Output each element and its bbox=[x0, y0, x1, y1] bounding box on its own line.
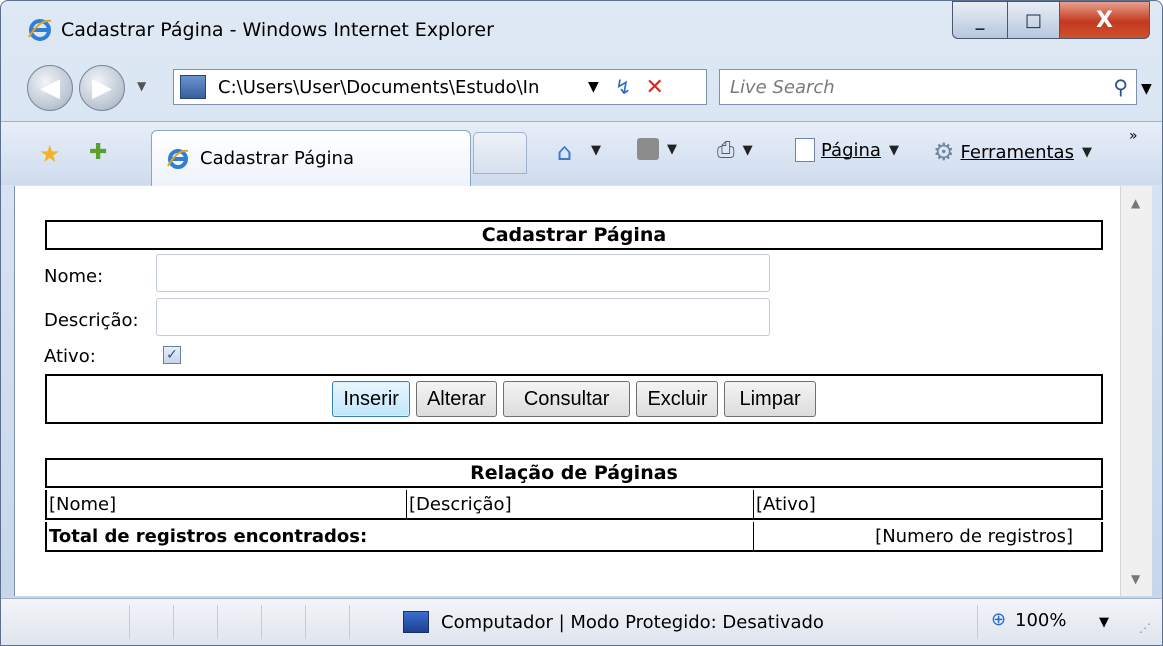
page-content: Cadastrar Página Nome: Descrição: Ativo:… bbox=[14, 186, 1120, 596]
ie-logo-icon bbox=[167, 148, 189, 169]
page-menu-label: Página bbox=[821, 139, 881, 161]
minimize-button[interactable]: _ bbox=[952, 1, 1008, 39]
tools-menu-label: Ferramentas bbox=[960, 141, 1074, 163]
home-icon: ⌂ bbox=[557, 138, 573, 166]
limpar-button[interactable]: Limpar bbox=[724, 381, 816, 417]
consultar-button[interactable]: Consultar bbox=[502, 381, 631, 417]
window-title: Cadastrar Página - Windows Internet Expl… bbox=[61, 19, 494, 41]
window-controls: _ □ X bbox=[952, 1, 1150, 39]
chevron-down-icon: ▼ bbox=[1081, 144, 1092, 160]
arrow-left-icon: ◀ bbox=[40, 73, 60, 103]
print-button[interactable]: ⎙ ▼ bbox=[717, 138, 753, 163]
gear-icon: ⚙ bbox=[933, 138, 955, 166]
security-zone-text[interactable]: Computador | Modo Protegido: Desativado bbox=[441, 612, 824, 633]
status-separator bbox=[173, 605, 174, 639]
status-separator bbox=[977, 605, 978, 639]
tools-menu[interactable]: ⚙ Ferramentas ▼ bbox=[933, 138, 1092, 166]
recent-pages-dropdown[interactable]: ▼ bbox=[137, 79, 146, 93]
status-separator bbox=[261, 605, 262, 639]
column-header-ativo: [Ativo] bbox=[756, 493, 816, 515]
arrow-right-icon: ▶ bbox=[92, 73, 112, 103]
status-bar: Computador | Modo Protegido: Desativado … bbox=[1, 598, 1162, 645]
button-bar: Inserir Alterar Consultar Excluir Limpar bbox=[45, 374, 1103, 424]
ativo-checkbox[interactable]: ✓ bbox=[163, 346, 181, 364]
table-header-row: [Nome] [Descrição] [Ativo] bbox=[45, 490, 1103, 520]
scroll-down-icon[interactable]: ▼ bbox=[1131, 572, 1140, 586]
feeds-button[interactable]: ▼ bbox=[637, 138, 677, 160]
address-dropdown-icon[interactable]: ▼ bbox=[588, 79, 599, 95]
computer-zone-icon bbox=[403, 611, 429, 633]
forward-button[interactable]: ▶ bbox=[79, 65, 125, 111]
scroll-up-icon[interactable]: ▲ bbox=[1131, 196, 1140, 210]
vertical-scrollbar[interactable]: ▲ ▼ bbox=[1120, 186, 1152, 596]
page-icon bbox=[180, 75, 206, 99]
column-header-descricao: [Descrição] bbox=[407, 490, 754, 518]
new-tab-button[interactable] bbox=[473, 132, 527, 174]
refresh-icon[interactable]: ↯ bbox=[615, 75, 632, 99]
checkmark-icon: ✓ bbox=[166, 347, 178, 363]
table-title: Relação de Páginas bbox=[45, 458, 1103, 488]
navigation-bar: ◀ ▶ ▼ C:\Users\User\Documents\Estudo\In … bbox=[1, 59, 1162, 121]
status-separator bbox=[129, 605, 130, 639]
maximize-button[interactable]: □ bbox=[1008, 1, 1060, 39]
zoom-icon[interactable]: ⊕ bbox=[991, 609, 1006, 630]
total-value: [Numero de registros] bbox=[875, 525, 1073, 547]
excluir-button[interactable]: Excluir bbox=[636, 381, 719, 417]
resize-grip-icon[interactable]: ⋰ bbox=[1139, 621, 1151, 635]
more-commands-icon[interactable]: » bbox=[1129, 128, 1138, 144]
browser-window: Cadastrar Página - Windows Internet Expl… bbox=[0, 0, 1163, 646]
column-header-nome: [Nome] bbox=[47, 490, 407, 518]
printer-icon: ⎙ bbox=[717, 138, 735, 163]
chevron-down-icon: ▼ bbox=[888, 142, 899, 158]
chevron-down-icon[interactable]: ▼ bbox=[667, 142, 677, 157]
tab-bar: ★ ✚ Cadastrar Página ⌂ ▼ ▼ ⎙ ▼ Página ▼ bbox=[1, 121, 1162, 186]
status-separator bbox=[349, 605, 350, 639]
status-separator bbox=[305, 605, 306, 639]
descricao-label: Descrição: bbox=[44, 310, 139, 331]
nome-label: Nome: bbox=[44, 266, 104, 287]
search-options-dropdown[interactable]: ▼ bbox=[1141, 81, 1152, 97]
search-input[interactable]: Live Search bbox=[730, 77, 835, 98]
tab-cadastrar-pagina[interactable]: Cadastrar Página bbox=[151, 130, 471, 186]
chevron-down-icon[interactable]: ▼ bbox=[591, 143, 601, 158]
chevron-down-icon[interactable]: ▼ bbox=[743, 143, 753, 158]
page-icon bbox=[795, 138, 815, 162]
inserir-button[interactable]: Inserir bbox=[332, 381, 410, 417]
descricao-field[interactable] bbox=[156, 298, 770, 336]
stop-icon[interactable]: ✕ bbox=[646, 75, 664, 100]
table-total-row: Total de registros encontrados: [Numero … bbox=[45, 522, 1103, 552]
zoom-dropdown-icon[interactable]: ▼ bbox=[1099, 615, 1109, 630]
close-button[interactable]: X bbox=[1060, 1, 1150, 39]
title-bar: Cadastrar Página - Windows Internet Expl… bbox=[1, 1, 1162, 53]
back-button[interactable]: ◀ bbox=[27, 65, 73, 111]
ativo-label: Ativo: bbox=[44, 346, 96, 367]
favorites-star-icon[interactable]: ★ bbox=[39, 140, 61, 168]
status-separator bbox=[217, 605, 218, 639]
zoom-level[interactable]: 100% bbox=[1015, 610, 1066, 631]
alterar-button[interactable]: Alterar bbox=[415, 381, 497, 417]
add-favorites-icon[interactable]: ✚ bbox=[89, 140, 107, 165]
search-box[interactable]: Live Search ⚲ bbox=[719, 69, 1137, 105]
tab-label: Cadastrar Página bbox=[200, 148, 354, 169]
address-bar[interactable]: C:\Users\User\Documents\Estudo\In ▼ ↯ ✕ bbox=[173, 69, 707, 105]
form-title: Cadastrar Página bbox=[45, 220, 1103, 250]
search-icon[interactable]: ⚲ bbox=[1113, 75, 1128, 99]
nome-field[interactable] bbox=[156, 254, 770, 292]
address-input[interactable]: C:\Users\User\Documents\Estudo\In bbox=[218, 77, 578, 98]
total-label: Total de registros encontrados: bbox=[47, 522, 754, 550]
rss-feed-icon bbox=[637, 138, 659, 160]
home-button[interactable]: ⌂ ▼ bbox=[557, 138, 601, 166]
page-menu[interactable]: Página ▼ bbox=[795, 138, 899, 162]
ie-logo-icon bbox=[28, 19, 52, 41]
